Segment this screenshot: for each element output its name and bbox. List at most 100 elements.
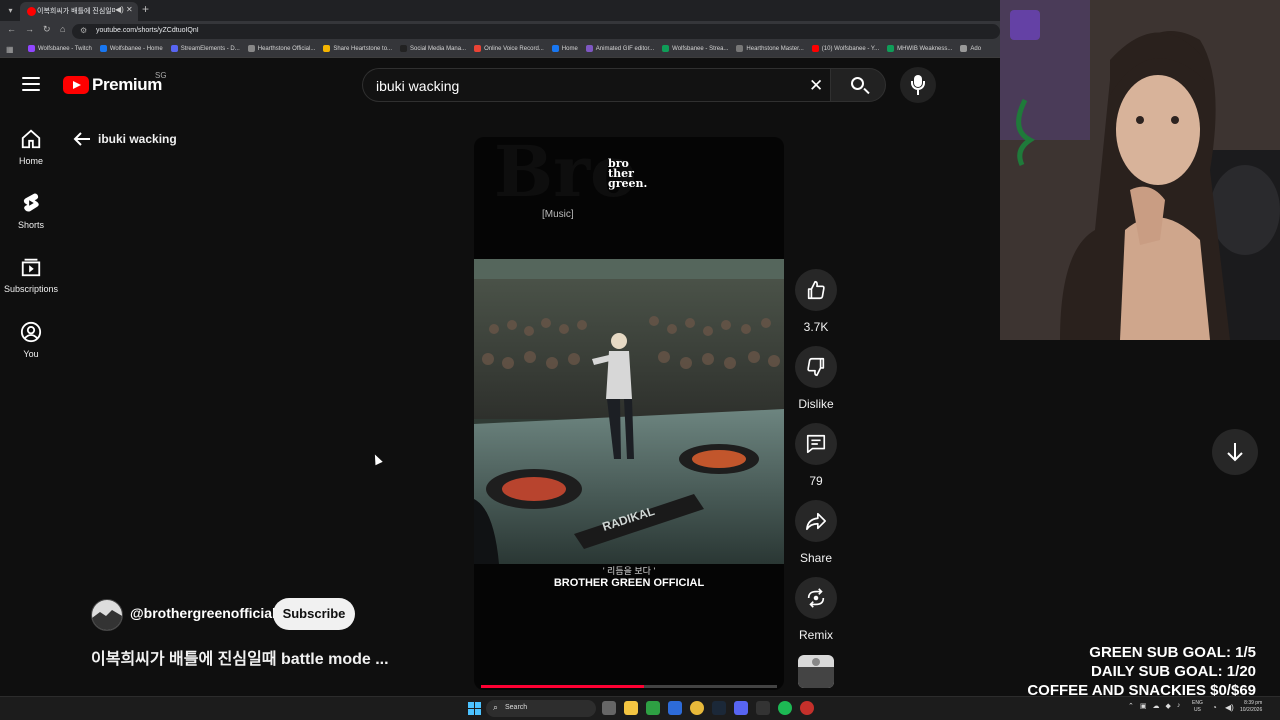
bookmark-item[interactable]: StreamElements - D... xyxy=(170,45,240,52)
bookmark-item[interactable]: Wolfsbanee - Twitch xyxy=(28,45,92,52)
forward-nav-icon[interactable]: → xyxy=(25,24,34,34)
bookmark-item[interactable]: Animated GIF editor... xyxy=(585,45,654,52)
bookmark-favicon-icon xyxy=(887,45,895,52)
bookmark-favicon-icon xyxy=(28,45,35,52)
channel-handle[interactable]: @brothergreenofficial xyxy=(130,605,276,621)
home-nav-icon[interactable]: ⌂ xyxy=(60,24,65,34)
bookmark-item[interactable]: Home xyxy=(551,45,578,52)
next-video-button[interactable] xyxy=(1212,429,1258,475)
back-nav-icon[interactable]: ← xyxy=(7,24,16,34)
browser-tabstrip: ▾ 이복희씨가 배틀에 진심일때 ◀) ✕ + xyxy=(0,0,1000,21)
caption-title: BROTHER GREEN OFFICIAL xyxy=(553,577,705,589)
guide-item-subscriptions[interactable]: Subscriptions xyxy=(0,256,62,294)
music-tag: [Music] xyxy=(542,209,574,220)
share-button[interactable] xyxy=(795,500,837,542)
clear-search-icon[interactable]: ✕ xyxy=(809,76,823,96)
speaker-icon[interactable]: ◀) xyxy=(115,5,124,14)
progress-bar[interactable] xyxy=(481,685,777,688)
avatar-image xyxy=(92,600,122,630)
search-icon: ⌕ xyxy=(493,702,499,712)
language-indicator[interactable]: ENG US xyxy=(1192,700,1203,714)
menu-icon[interactable] xyxy=(22,77,40,91)
bookmark-item[interactable]: Share Heartstone to... xyxy=(323,45,392,52)
app-green-icon[interactable] xyxy=(646,701,660,715)
browser-tab-active[interactable]: 이복희씨가 배틀에 진심일때 ◀) ✕ xyxy=(20,2,138,21)
bookmark-label: Ado xyxy=(970,45,982,52)
bookmark-favicon-icon xyxy=(247,45,255,52)
bookmark-item[interactable]: Wolfsbanee - Strea... xyxy=(662,45,728,52)
mouse-cursor xyxy=(371,452,383,466)
voice-search-button[interactable] xyxy=(900,67,936,103)
remix-button[interactable] xyxy=(795,577,837,619)
like-button[interactable] xyxy=(795,269,837,311)
clock[interactable]: 8:39 pm 10/2/2026 xyxy=(1240,700,1262,714)
dislike-button[interactable] xyxy=(795,346,837,388)
apps-grid-icon[interactable]: ▦ xyxy=(6,45,14,54)
comments-button[interactable] xyxy=(795,423,837,465)
windows-start-icon[interactable] xyxy=(468,702,481,715)
search-input[interactable]: ibuki wacking ✕ xyxy=(362,68,830,102)
bookmark-item[interactable]: Ado xyxy=(960,45,981,52)
tab-search-button[interactable]: ▾ xyxy=(4,4,17,17)
bookmark-item[interactable]: Hearthstone Master... xyxy=(736,45,804,52)
subscribe-button[interactable]: Subscribe xyxy=(273,598,355,630)
search-query: ibuki wacking xyxy=(376,78,460,94)
tray-app-icon[interactable]: ▣ xyxy=(1140,702,1147,710)
shorts-player[interactable]: Bro bro ther green. [Music] RADIKAL xyxy=(474,137,784,690)
file-explorer-icon[interactable] xyxy=(624,701,638,715)
steam-icon[interactable] xyxy=(712,701,726,715)
video-title[interactable]: 이복희씨가 배틀에 진심일때 battle mode ... xyxy=(91,645,491,669)
youtube-logo[interactable]: Premium xyxy=(63,75,162,95)
search-button[interactable] xyxy=(830,68,886,102)
bookmark-favicon-icon xyxy=(811,45,819,52)
daily-sub-goal: DAILY SUB GOAL: 1/20 xyxy=(1090,663,1256,680)
back-arrow-icon[interactable] xyxy=(72,129,92,149)
volume-icon[interactable]: ◀) xyxy=(1225,703,1234,712)
channel-avatar[interactable] xyxy=(91,599,123,631)
bookmark-favicon-icon xyxy=(400,45,408,52)
cloud-icon[interactable]: ☁ xyxy=(1153,702,1160,710)
close-tab-icon[interactable]: ✕ xyxy=(126,5,133,14)
arrow-down-icon xyxy=(1227,443,1243,462)
task-view-icon[interactable] xyxy=(602,701,616,715)
wifi-icon[interactable]: ◔ xyxy=(1212,703,1217,712)
bookmark-item[interactable]: Wolfsbanee - Home xyxy=(99,45,163,52)
spotify-icon[interactable] xyxy=(778,701,792,715)
guide-item-shorts[interactable]: Shorts xyxy=(0,192,62,230)
comment-icon xyxy=(806,434,826,454)
share-icon xyxy=(806,512,826,531)
reload-icon[interactable]: ↻ xyxy=(43,24,51,35)
site-info-icon[interactable]: ⚙ xyxy=(80,26,87,35)
back-label: ibuki wacking xyxy=(98,132,177,146)
bookmark-item[interactable]: MHWIB Weakness... xyxy=(887,45,952,52)
chrome-icon[interactable] xyxy=(690,701,704,715)
bookmark-label: (10) Wolfsbanee - Y... xyxy=(821,45,880,52)
guide-item-home[interactable]: Home xyxy=(0,128,62,166)
logo-text: Premium xyxy=(92,75,162,94)
discord-icon[interactable] xyxy=(734,701,748,715)
windows-taskbar: ⌕ Search ⌃ ▣ ☁ ◆ ♪ ENG US ◔ ◀) 8:39 pm 1… xyxy=(0,696,1280,720)
obs-icon[interactable] xyxy=(800,701,814,715)
taskbar-search[interactable]: ⌕ Search xyxy=(486,700,596,717)
address-bar[interactable]: ⚙ youtube.com/shorts/yZCdtuoIQnI xyxy=(72,24,1000,39)
subscriptions-icon xyxy=(21,258,41,277)
clock-date: 10/2/2026 xyxy=(1240,707,1263,713)
tab-title: 이복희씨가 배틀에 진심일때 xyxy=(37,8,115,15)
sound-thumbnail[interactable] xyxy=(798,655,834,688)
brand-logo: bro ther green. xyxy=(608,157,648,190)
guide-item-you[interactable]: You xyxy=(0,321,62,359)
bookmark-item[interactable]: Hearthstone Official... xyxy=(247,45,315,52)
capcut-icon[interactable] xyxy=(756,701,770,715)
bookmark-item[interactable]: Online Voice Record... xyxy=(474,45,544,52)
microphone-icon[interactable]: ♪ xyxy=(1177,702,1181,710)
tray-app-icon[interactable]: ◆ xyxy=(1166,702,1171,710)
bookmark-item[interactable]: Social Media Mana... xyxy=(400,45,466,52)
youtube-favicon-icon xyxy=(27,7,36,16)
bookmark-item[interactable]: (10) Wolfsbanee - Y... xyxy=(811,45,880,52)
remix-icon xyxy=(807,588,825,608)
bookmark-favicon-icon xyxy=(585,45,593,52)
zoom-icon[interactable] xyxy=(668,701,682,715)
new-tab-button[interactable]: + xyxy=(142,2,149,16)
chevron-up-icon[interactable]: ⌃ xyxy=(1128,702,1134,710)
comments-action: 79 xyxy=(794,423,838,488)
